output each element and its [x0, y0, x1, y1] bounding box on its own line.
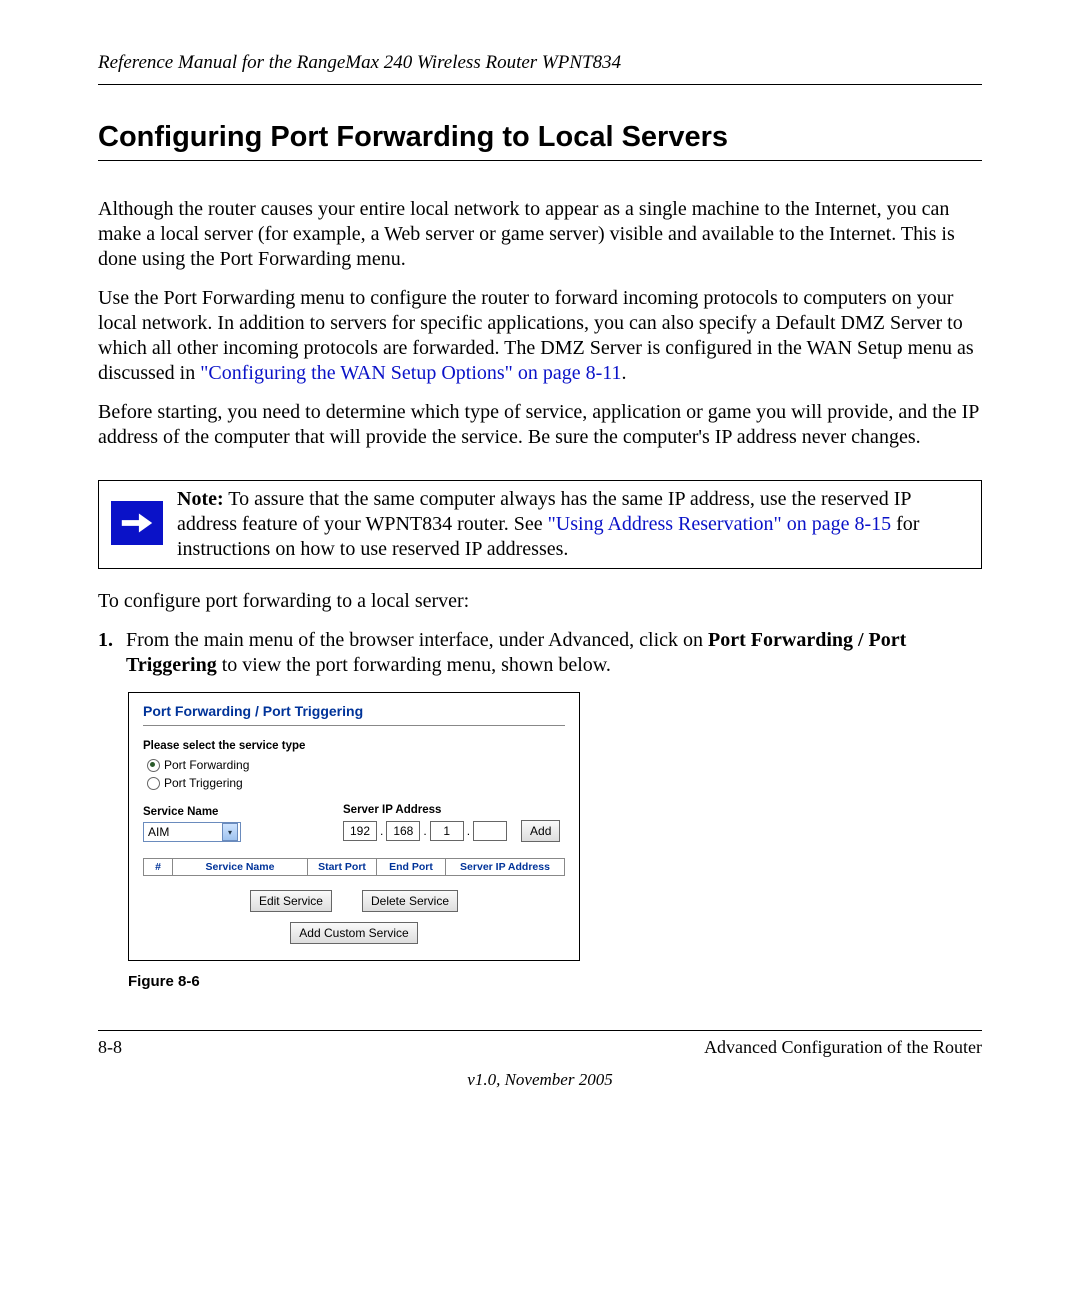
ip-octet-4[interactable] — [473, 821, 507, 841]
footer-page-number: 8-8 — [98, 1037, 122, 1058]
footer-chapter: Advanced Configuration of the Router — [704, 1037, 982, 1058]
page-container: Reference Manual for the RangeMax 240 Wi… — [0, 0, 1080, 1130]
lead-in-text: To configure port forwarding to a local … — [98, 589, 982, 614]
ip-dot: . — [379, 824, 384, 838]
service-type-label: Please select the service type — [143, 740, 565, 752]
ip-dot: . — [422, 824, 427, 838]
step-1-body: From the main menu of the browser interf… — [126, 628, 982, 678]
th-server-ip: Server IP Address — [446, 859, 565, 876]
note-arrow-icon — [111, 501, 163, 545]
ip-octet-3[interactable]: 1 — [430, 821, 464, 841]
radio-icon — [147, 777, 160, 790]
delete-service-button[interactable]: Delete Service — [362, 890, 458, 912]
paragraph-2-text-b: . — [622, 362, 627, 384]
th-end-port: End Port — [377, 859, 446, 876]
note-label: Note: — [177, 488, 224, 510]
services-table: # Service Name Start Port End Port Serve… — [143, 858, 565, 876]
add-custom-service-button[interactable]: Add Custom Service — [290, 922, 417, 944]
edit-service-button[interactable]: Edit Service — [250, 890, 332, 912]
paragraph-2: Use the Port Forwarding menu to configur… — [98, 286, 982, 386]
port-forwarding-panel: Port Forwarding / Port Triggering Please… — [128, 692, 580, 961]
radio-icon — [147, 759, 160, 772]
section-heading: Configuring Port Forwarding to Local Ser… — [98, 121, 982, 161]
paragraph-1: Although the router causes your entire l… — [98, 197, 982, 272]
radio-port-forwarding-label: Port Forwarding — [164, 758, 249, 772]
wan-setup-link[interactable]: "Configuring the WAN Setup Options" on p… — [200, 362, 621, 384]
step-list: 1. From the main menu of the browser int… — [98, 628, 982, 678]
step-1: 1. From the main menu of the browser int… — [98, 628, 982, 678]
panel-title: Port Forwarding / Port Triggering — [143, 703, 565, 719]
radio-port-triggering-label: Port Triggering — [164, 776, 243, 790]
service-name-select[interactable]: AIM ▾ — [143, 822, 241, 842]
ip-octet-2[interactable]: 168 — [386, 821, 420, 841]
note-box: Note: To assure that the same computer a… — [98, 480, 982, 569]
service-name-value: AIM — [148, 825, 169, 839]
step-1-number: 1. — [98, 628, 126, 678]
server-ip-label: Server IP Address — [343, 804, 560, 816]
server-ip-inputs: 192 . 168 . 1 . Add — [343, 820, 560, 842]
button-row-2: Add Custom Service — [143, 922, 565, 944]
th-start-port: Start Port — [308, 859, 377, 876]
panel-hr-1 — [143, 725, 565, 726]
address-reservation-link[interactable]: "Using Address Reservation" on page 8-15 — [548, 513, 892, 535]
running-header: Reference Manual for the RangeMax 240 Wi… — [98, 52, 982, 85]
page-footer: 8-8 Advanced Configuration of the Router — [98, 1030, 982, 1058]
service-row: Service Name AIM ▾ Server IP Address 192… — [143, 804, 565, 842]
button-row-1: Edit Service Delete Service — [143, 890, 565, 912]
step-1-text-a: From the main menu of the browser interf… — [126, 629, 708, 651]
footer-version: v1.0, November 2005 — [98, 1070, 982, 1090]
ip-dot: . — [466, 824, 471, 838]
paragraph-3: Before starting, you need to determine w… — [98, 400, 982, 450]
note-text: Note: To assure that the same computer a… — [173, 487, 973, 562]
chevron-down-icon: ▾ — [222, 823, 238, 841]
radio-port-forwarding[interactable]: Port Forwarding — [143, 758, 565, 772]
radio-port-triggering[interactable]: Port Triggering — [143, 776, 565, 790]
add-button[interactable]: Add — [521, 820, 560, 842]
ip-octet-1[interactable]: 192 — [343, 821, 377, 841]
step-1-text-b: to view the port forwarding menu, shown … — [217, 654, 611, 676]
th-service-name: Service Name — [173, 859, 308, 876]
service-name-label: Service Name — [143, 806, 343, 818]
th-index: # — [144, 859, 173, 876]
figure-caption: Figure 8-6 — [128, 973, 982, 990]
